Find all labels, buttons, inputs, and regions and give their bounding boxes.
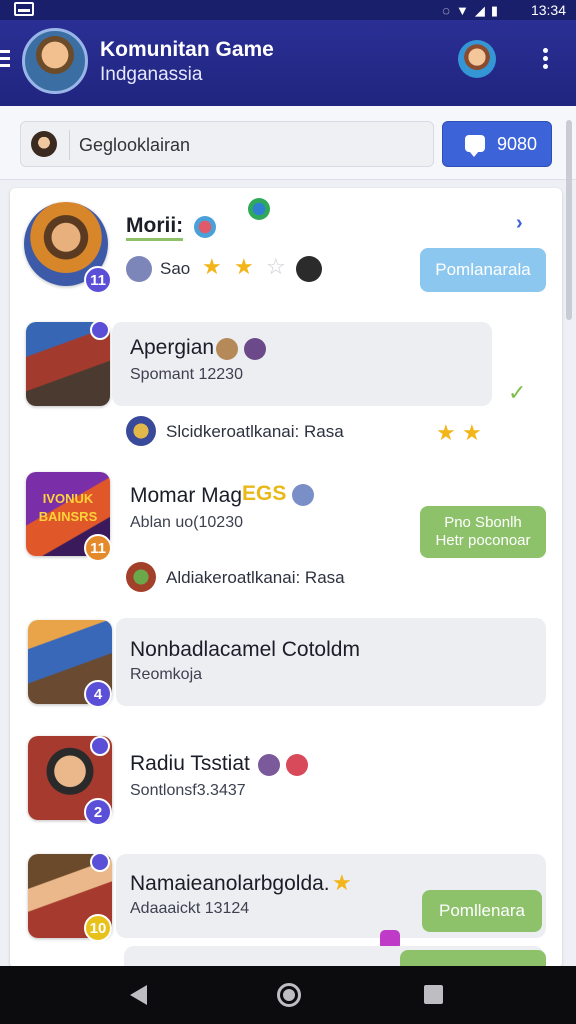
status-bar: ◌▼◢▮ 13:34 (0, 0, 576, 20)
app-subtitle: Indganassia (100, 64, 203, 85)
chip-line-1: Pno Sbonlh (444, 514, 522, 531)
count-badge: 4 (84, 680, 112, 708)
corner-badge (90, 736, 110, 756)
home-icon[interactable] (277, 983, 301, 1007)
user-avatar[interactable] (458, 40, 496, 78)
community-avatar[interactable] (22, 28, 88, 94)
feed-list: 11 Morii: Sao ★ ★ ☆ › Pomlanarala Apergi… (10, 188, 562, 968)
app-title: Komunitan Game (100, 38, 274, 61)
back-icon[interactable] (130, 985, 147, 1005)
count-badge: 11 (84, 534, 112, 562)
star-icon: ★ (332, 870, 352, 895)
list-item[interactable]: 4 Nonbadlacamel Cotoldm Reomkoja (10, 614, 562, 714)
more-options-icon[interactable] (538, 48, 552, 70)
item-sub: Spomant 12230 (130, 366, 243, 383)
action-chip[interactable]: Pno Sbonlh Hetr poconoar (420, 506, 546, 558)
chip-line-2: Hetr poconoar (435, 532, 531, 549)
emoji-icon (216, 338, 238, 360)
search-row: 9080 (0, 106, 576, 180)
swords-icon (296, 256, 322, 282)
emoji-icon (258, 754, 280, 776)
item-sub: Sontlonsf3.3437 (130, 782, 246, 799)
notification-icon (14, 2, 34, 16)
star-icon: ★ (202, 254, 222, 279)
item-meta: Sao (160, 259, 191, 278)
item-name: Nonbadlacamel Cotoldm (130, 638, 360, 661)
item-name: Apergian (130, 336, 215, 359)
count-badge: 11 (84, 266, 112, 294)
status-time: 13:34 (530, 2, 566, 18)
reply-text: Aldiakeroatlkanai: Rasa (166, 568, 345, 587)
reply-avatar (126, 562, 156, 592)
chat-icon (465, 135, 485, 157)
item-sub: Reomkoja (130, 666, 203, 683)
mute-icon (126, 256, 152, 282)
name-tag: EGS (242, 482, 287, 505)
list-item[interactable]: IVONUK BAINSRS 11 Momar Mag EGS Ablan uo… (10, 464, 562, 604)
corner-badge (90, 320, 110, 340)
post-button[interactable]: 9080 (442, 121, 552, 167)
emoji-icon (292, 484, 314, 506)
item-name: Morii: (126, 214, 184, 241)
signal-wifi-battery-icons: ◌▼◢▮ (442, 3, 504, 18)
count-badge: 10 (84, 914, 112, 942)
recent-apps-icon[interactable] (424, 985, 443, 1004)
item-name: Namaieanolarbgolda. (130, 872, 330, 895)
check-icon: ✓ (508, 380, 527, 405)
reply-avatar (126, 416, 156, 446)
search-input[interactable] (79, 130, 419, 160)
game-art-line-2: BAINSRS (38, 509, 98, 524)
star-icon: ★ (234, 254, 254, 279)
emoji-icon (286, 754, 308, 776)
list-item[interactable]: 11 Morii: Sao ★ ★ ☆ › Pomlanarala (10, 188, 562, 308)
game-art-line-1: IVONUK (42, 491, 94, 506)
emoji-icon (194, 216, 216, 238)
item-name: Radiu Tsstiat (130, 752, 250, 775)
message-bubble (116, 618, 546, 706)
search-avatar (31, 131, 57, 157)
scrollbar[interactable] (566, 120, 572, 320)
star-icon: ★ (436, 420, 456, 445)
item-sub: Ablan uo(10230 (130, 514, 243, 531)
search-divider (69, 130, 70, 160)
reply-text: Slcidkeroatlkanai: Rasa (166, 422, 344, 441)
list-item[interactable]: 10 Namaieanolarbgolda. ★ Adaaaickt 13124… (10, 850, 562, 968)
count-badge: 2 (84, 798, 112, 826)
app-bar: Komunitan Game Indganassia (0, 20, 576, 106)
menu-icon[interactable] (0, 50, 10, 68)
search-box[interactable] (20, 121, 434, 167)
forward-icon[interactable]: › (516, 212, 523, 235)
star-icon: ★ (462, 420, 482, 445)
guild-icon (248, 198, 270, 220)
post-button-label: 9080 (497, 134, 538, 154)
star-outline-icon: ☆ (266, 254, 286, 279)
message-bubble (112, 322, 492, 406)
list-item[interactable]: Apergian Spomant 12230 ✓ Slcidkeroatlkan… (10, 316, 562, 456)
action-chip[interactable]: Pomllenara (422, 890, 542, 932)
navigation-bar (0, 966, 576, 1024)
list-item[interactable]: 2 Radiu Tsstiat Sontlonsf3.3437 (10, 732, 562, 832)
action-chip[interactable]: Pomlanarala (420, 248, 546, 292)
item-sub: Adaaaickt 13124 (130, 900, 250, 917)
emoji-icon (244, 338, 266, 360)
item-name: Momar Mag (130, 484, 243, 507)
corner-badge (90, 852, 110, 872)
